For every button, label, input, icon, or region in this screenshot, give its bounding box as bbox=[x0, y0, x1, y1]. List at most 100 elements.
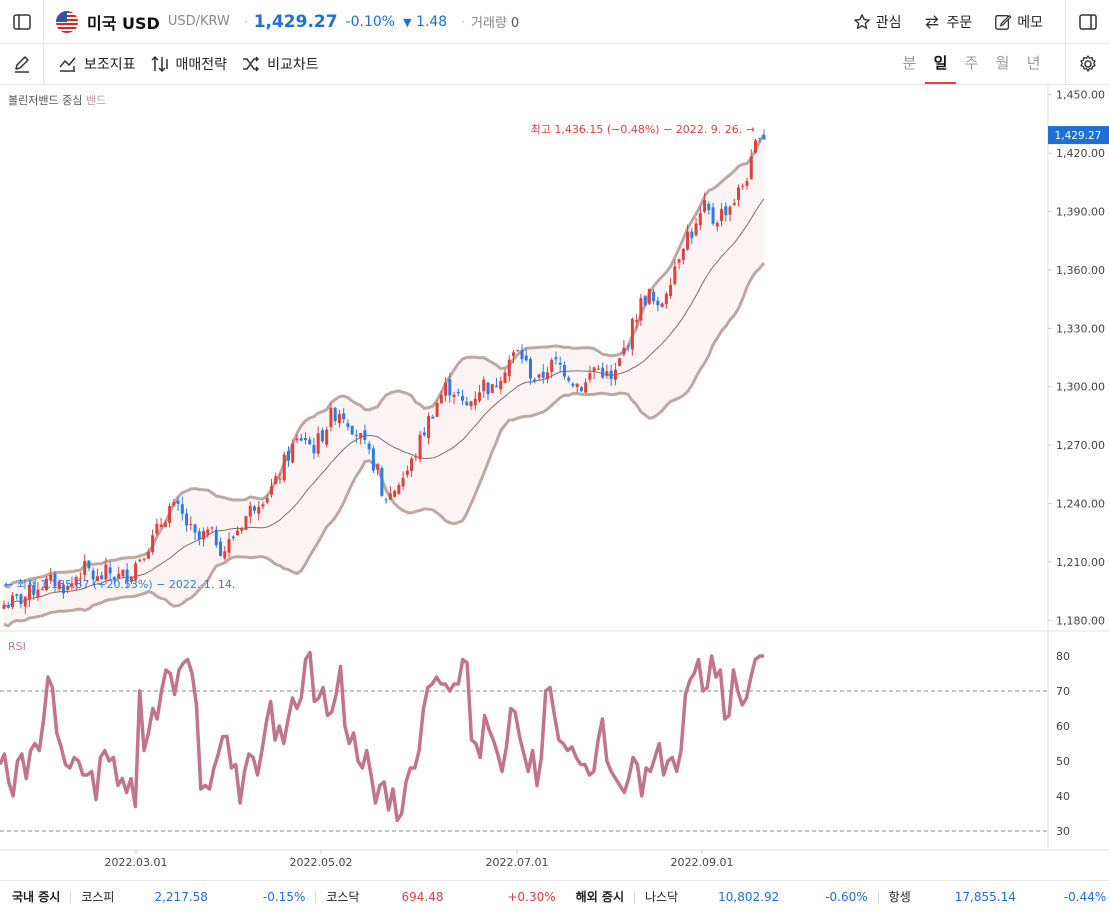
nasdaq-name[interactable]: 나스닥 bbox=[645, 888, 678, 905]
tab-day[interactable]: 일 bbox=[925, 44, 956, 84]
rsi-line bbox=[0, 650, 764, 823]
candle-body bbox=[329, 407, 333, 428]
candle-body bbox=[422, 432, 426, 436]
candle-body bbox=[87, 560, 91, 569]
candle-body bbox=[346, 423, 350, 427]
rsi-y-tick-label: 80 bbox=[1056, 650, 1070, 663]
candle-body bbox=[380, 468, 384, 496]
kosdaq-value: 694.48 bbox=[401, 889, 444, 904]
candle-body bbox=[686, 231, 690, 250]
nasdaq-change: -0.60% bbox=[825, 889, 868, 904]
candle-body bbox=[359, 432, 363, 439]
rsi-label: RSI bbox=[8, 640, 26, 653]
candle-body bbox=[19, 594, 23, 604]
star-icon bbox=[853, 13, 870, 29]
change-percent: -0.10% bbox=[345, 13, 396, 30]
edit-note-icon bbox=[995, 14, 1012, 30]
candle-body bbox=[694, 223, 698, 236]
page-title: 미국 USD bbox=[87, 13, 160, 33]
candle-body bbox=[15, 594, 19, 596]
candle-body bbox=[291, 443, 295, 463]
indicators-button[interactable]: 보조지표 bbox=[58, 54, 136, 74]
hangseng-name[interactable]: 항셍 bbox=[889, 888, 911, 905]
candle-body bbox=[265, 497, 269, 503]
shuffle-icon bbox=[243, 56, 260, 72]
chart-settings-button[interactable] bbox=[1065, 44, 1109, 84]
candle-body bbox=[562, 364, 566, 377]
tab-week[interactable]: 주 bbox=[956, 44, 987, 84]
y-tick-label: 1,360.00 bbox=[1056, 264, 1105, 277]
candle-body bbox=[554, 357, 558, 360]
candle-body bbox=[533, 379, 537, 382]
change-absolute: ▼ 1.48 bbox=[403, 14, 447, 30]
candle-body bbox=[635, 320, 639, 323]
candle-body bbox=[168, 506, 172, 523]
header-actions: 관심 주문 메모 bbox=[853, 0, 1065, 43]
candle-body bbox=[108, 567, 112, 574]
kospi-name[interactable]: 코스피 bbox=[81, 888, 114, 905]
candle-body bbox=[609, 370, 613, 379]
candle-body bbox=[206, 529, 210, 535]
compare-chart-button[interactable]: 비교차트 bbox=[241, 54, 319, 74]
right-panel-toggle-button[interactable] bbox=[1065, 0, 1109, 43]
nasdaq-value: 10,802.92 bbox=[718, 889, 780, 904]
candle-body bbox=[83, 560, 87, 575]
rsi-y-tick-label: 70 bbox=[1056, 685, 1070, 698]
volume-label: 거래량 bbox=[471, 16, 507, 31]
y-tick-label: 1,390.00 bbox=[1056, 206, 1105, 219]
watchlist-button[interactable]: 관심 bbox=[853, 12, 901, 32]
candle-body bbox=[482, 379, 486, 392]
candle-body bbox=[592, 367, 596, 373]
candle-body bbox=[677, 259, 681, 263]
drawing-tool-button[interactable] bbox=[0, 44, 44, 84]
candle-body bbox=[584, 382, 588, 393]
kospi-value: 2,217.58 bbox=[154, 889, 208, 904]
y-tick-label: 1,270.00 bbox=[1056, 439, 1105, 452]
panel-left-icon bbox=[12, 13, 31, 30]
candle-body bbox=[410, 458, 414, 471]
candle-body bbox=[707, 203, 711, 211]
candle-body bbox=[639, 298, 643, 321]
y-tick-label: 1,450.00 bbox=[1056, 89, 1105, 102]
candle-body bbox=[762, 135, 766, 140]
memo-button[interactable]: 메모 bbox=[994, 12, 1043, 32]
volume: 거래량 0 bbox=[471, 12, 519, 31]
candle-body bbox=[490, 384, 494, 393]
candle-body bbox=[197, 531, 201, 540]
divider bbox=[877, 889, 879, 904]
sidebar-toggle-button[interactable] bbox=[0, 0, 44, 43]
candle-body bbox=[524, 355, 528, 361]
candle-body bbox=[622, 347, 626, 355]
candle-body bbox=[146, 551, 150, 559]
candle-body bbox=[219, 541, 223, 557]
candle-body bbox=[223, 551, 227, 559]
candle-body bbox=[448, 379, 452, 396]
candle-body bbox=[189, 523, 193, 526]
tab-month[interactable]: 월 bbox=[987, 44, 1018, 84]
hangseng-value: 17,855.14 bbox=[954, 889, 1016, 904]
candle-body bbox=[528, 358, 532, 379]
candle-body bbox=[444, 382, 448, 396]
current-price-tag-text: 1,429.27 bbox=[1055, 130, 1102, 142]
price-chart[interactable]: 1,450.00 1,420.00 1,390.00 1,360.00 1,330.00… bbox=[0, 85, 1109, 879]
tab-year[interactable]: 년 bbox=[1018, 44, 1049, 84]
candle-body bbox=[240, 528, 244, 531]
candle-body bbox=[456, 391, 460, 394]
y-tick-label: 1,300.00 bbox=[1056, 381, 1105, 394]
strategy-label: 매매전략 bbox=[175, 57, 228, 73]
candle-body bbox=[465, 401, 469, 406]
candle-body bbox=[176, 500, 180, 504]
kosdaq-name[interactable]: 코스닥 bbox=[326, 888, 359, 905]
gear-icon bbox=[1079, 55, 1096, 72]
strategy-button[interactable]: 매매전략 bbox=[150, 54, 228, 74]
candle-body bbox=[418, 434, 422, 460]
rsi-y-tick-label: 40 bbox=[1056, 790, 1070, 803]
order-button[interactable]: 주문 bbox=[923, 12, 972, 32]
candle-body bbox=[754, 140, 758, 153]
tab-minute[interactable]: 분 bbox=[894, 44, 925, 84]
kospi-change: -0.15% bbox=[262, 889, 306, 904]
change-absolute-value: 1.48 bbox=[416, 13, 448, 30]
candle-body bbox=[605, 371, 609, 376]
chart-toolbar: 보조지표 매매전략 비교차트 분 일 주 월 년 bbox=[0, 44, 1109, 85]
candle-body bbox=[452, 394, 456, 398]
